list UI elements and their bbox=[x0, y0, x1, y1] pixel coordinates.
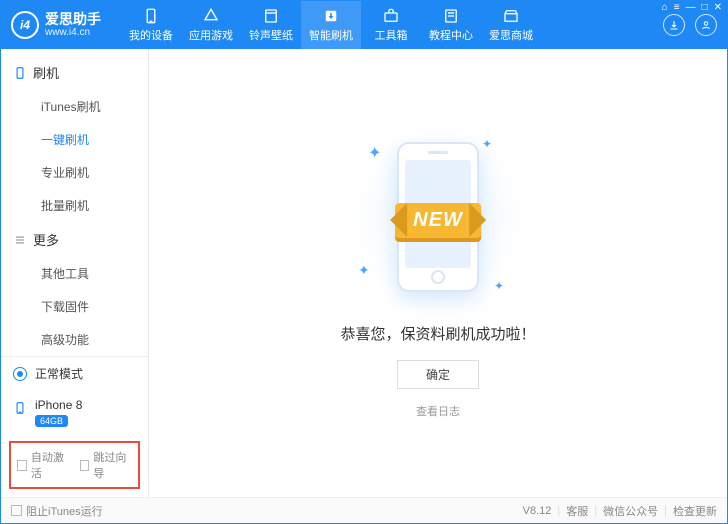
sparkle-icon: ✦ bbox=[358, 262, 370, 279]
nav-store[interactable]: 爱思商城 bbox=[481, 1, 541, 49]
skip-guide-checkbox[interactable]: 跳过向导 bbox=[80, 449, 133, 481]
version-label: V8.12 bbox=[523, 505, 552, 517]
nav-label: 智能刷机 bbox=[309, 27, 353, 43]
brand-title: 爱思助手 bbox=[45, 12, 101, 27]
auto-activate-label: 自动激活 bbox=[31, 449, 70, 481]
nav-label: 爱思商城 bbox=[489, 27, 533, 43]
account-button[interactable] bbox=[695, 14, 717, 36]
nav-apps[interactable]: 应用游戏 bbox=[181, 1, 241, 49]
wechat-link[interactable]: 微信公众号 bbox=[603, 503, 658, 519]
close-icon[interactable]: ✕ bbox=[714, 2, 722, 13]
apps-icon bbox=[202, 7, 220, 25]
sidebar-item-advanced[interactable]: 高级功能 bbox=[1, 323, 148, 356]
support-link[interactable]: 客服 bbox=[566, 503, 588, 519]
nav-label: 我的设备 bbox=[129, 27, 173, 43]
sidebar-item-itunes[interactable]: iTunes刷机 bbox=[1, 90, 148, 123]
nav-tutorials[interactable]: 教程中心 bbox=[421, 1, 481, 49]
brand-url: www.i4.cn bbox=[45, 27, 101, 38]
block-itunes-checkbox[interactable]: 阻止iTunes运行 bbox=[11, 503, 103, 519]
main-panel: ✦ ✦ ✦ ✦ NEW 恭喜您，保资料刷机成功啦！ 确定 查看日志 bbox=[149, 49, 727, 497]
skip-guide-label: 跳过向导 bbox=[93, 449, 132, 481]
group-title: 更多 bbox=[33, 230, 59, 249]
sparkle-icon: ✦ bbox=[494, 279, 504, 293]
flash-icon bbox=[322, 7, 340, 25]
cart-icon[interactable]: ⌂ bbox=[662, 2, 668, 13]
maximize-icon[interactable]: □ bbox=[702, 2, 708, 13]
sidebar-item-othertools[interactable]: 其他工具 bbox=[1, 257, 148, 290]
phone-outline-icon bbox=[13, 66, 27, 80]
nav-label: 铃声壁纸 bbox=[249, 27, 293, 43]
nav-label: 工具箱 bbox=[375, 27, 408, 43]
bottom-options-highlight: 自动激活 跳过向导 bbox=[9, 441, 140, 489]
download-button[interactable] bbox=[663, 14, 685, 36]
ok-button[interactable]: 确定 bbox=[397, 360, 479, 389]
group-flash[interactable]: 刷机 bbox=[1, 55, 148, 90]
minimize-icon[interactable]: — bbox=[686, 2, 696, 13]
phone-icon bbox=[142, 7, 160, 25]
nav-label: 教程中心 bbox=[429, 27, 473, 43]
sidebar-item-pro[interactable]: 专业刷机 bbox=[1, 156, 148, 189]
nav-mydevice[interactable]: 我的设备 bbox=[121, 1, 181, 49]
store-icon bbox=[502, 7, 520, 25]
block-itunes-label: 阻止iTunes运行 bbox=[26, 503, 103, 519]
mode-label: 正常模式 bbox=[35, 365, 83, 382]
group-title: 刷机 bbox=[33, 63, 59, 82]
header: i4 爱思助手 www.i4.cn 我的设备 应用游戏 铃声壁纸 智能刷机 bbox=[1, 1, 727, 49]
sidebar: 刷机 iTunes刷机 一键刷机 专业刷机 批量刷机 更多 其他工具 下载固件 … bbox=[1, 49, 149, 497]
sidebar-item-oneclick[interactable]: 一键刷机 bbox=[1, 123, 148, 156]
logo-icon: i4 bbox=[11, 11, 39, 39]
view-log-link[interactable]: 查看日志 bbox=[416, 403, 460, 419]
menu-icon[interactable]: ≡ bbox=[674, 2, 680, 13]
nav-label: 应用游戏 bbox=[189, 27, 233, 43]
top-nav: 我的设备 应用游戏 铃声壁纸 智能刷机 工具箱 教程中心 bbox=[121, 1, 653, 49]
sparkle-icon: ✦ bbox=[482, 137, 492, 151]
status-bar: 阻止iTunes运行 V8.12 | 客服 | 微信公众号 | 检查更新 bbox=[1, 497, 727, 523]
book-icon bbox=[442, 7, 460, 25]
success-illustration: ✦ ✦ ✦ ✦ NEW bbox=[348, 127, 528, 307]
storage-badge: 64GB bbox=[35, 415, 68, 427]
mode-row[interactable]: 正常模式 bbox=[1, 357, 148, 390]
more-icon bbox=[13, 233, 27, 247]
mode-dot-icon bbox=[13, 367, 27, 381]
toolbox-icon bbox=[382, 7, 400, 25]
device-row[interactable]: iPhone 8 64GB bbox=[1, 390, 148, 435]
auto-activate-checkbox[interactable]: 自动激活 bbox=[17, 449, 70, 481]
update-link[interactable]: 检查更新 bbox=[673, 503, 717, 519]
nav-flash[interactable]: 智能刷机 bbox=[301, 1, 361, 49]
group-more[interactable]: 更多 bbox=[1, 222, 148, 257]
device-name: iPhone 8 bbox=[35, 398, 82, 412]
wallpaper-icon bbox=[262, 7, 280, 25]
logo: i4 爱思助手 www.i4.cn bbox=[1, 1, 121, 49]
sidebar-item-downloadfw[interactable]: 下载固件 bbox=[1, 290, 148, 323]
nav-ringtones[interactable]: 铃声壁纸 bbox=[241, 1, 301, 49]
device-icon bbox=[13, 399, 27, 420]
sidebar-item-batch[interactable]: 批量刷机 bbox=[1, 189, 148, 222]
new-ribbon: NEW bbox=[395, 203, 481, 238]
sparkle-icon: ✦ bbox=[368, 143, 381, 163]
success-message: 恭喜您，保资料刷机成功啦！ bbox=[340, 323, 535, 344]
nav-toolbox[interactable]: 工具箱 bbox=[361, 1, 421, 49]
